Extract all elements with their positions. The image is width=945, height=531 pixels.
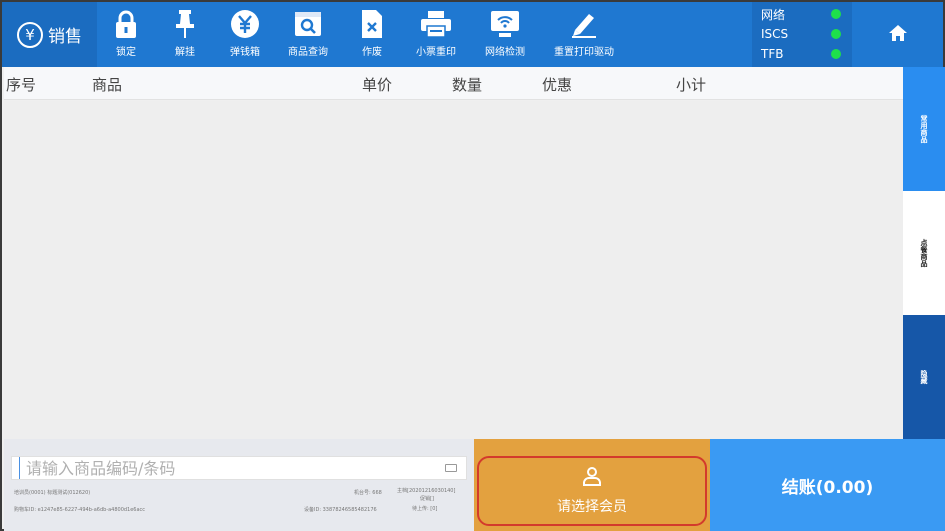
home-button[interactable]	[852, 2, 943, 67]
input-panel: 培训员(0001) 标题测试(012620) 机台号: 668 主档[20201…	[4, 439, 474, 531]
machine-info: 机台号: 668	[354, 490, 382, 496]
user-icon	[582, 466, 602, 490]
network-check-button[interactable]: 网络检测	[483, 8, 527, 62]
reprint-button[interactable]: 小票重印	[415, 8, 457, 62]
checkout-label: 结账(0.00)	[781, 477, 874, 498]
status-iscs: ISCS	[761, 24, 841, 44]
col-index: 序号	[6, 76, 37, 94]
pending-info: 待上传: [0]	[412, 506, 438, 512]
cart-info: 购物车ID: e1247e85-6227-494b-a6db-a4800d1e6…	[14, 507, 146, 513]
void-label: 作废	[362, 47, 382, 58]
col-unit-price: 单价	[362, 76, 393, 94]
reset-printer-button[interactable]: 重置打印驱动	[552, 8, 616, 62]
tab-hide[interactable]: 隐藏	[903, 315, 945, 439]
app-title: 销售	[48, 27, 82, 47]
status-tfb-label: TFB	[761, 47, 784, 61]
col-discount: 优惠	[542, 76, 573, 94]
home-icon	[888, 24, 908, 46]
unhold-label: 解挂	[175, 47, 195, 58]
pencil-icon	[569, 8, 599, 40]
cashbox-button[interactable]: 弹钱箱	[226, 8, 264, 62]
yen-icon: ¥	[17, 21, 43, 48]
status-iscs-label: ISCS	[761, 27, 789, 41]
cashbox-label: 弹钱箱	[230, 47, 260, 58]
lock-label: 锁定	[116, 47, 136, 58]
status-tfb-dot	[831, 49, 841, 59]
col-product: 商品	[92, 76, 123, 94]
barcode-input[interactable]	[19, 457, 439, 479]
status-network-dot	[831, 9, 841, 19]
void-button[interactable]: 作废	[357, 8, 387, 62]
side-tabs: 常用商品 点餐商品 隐藏	[903, 67, 945, 439]
network-check-label: 网络检测	[485, 47, 525, 58]
status-network: 网络	[761, 4, 841, 24]
wifi-monitor-icon	[489, 8, 521, 40]
checkout-button[interactable]: 结账(0.00)	[710, 439, 945, 531]
tab-order-products[interactable]: 点餐商品	[903, 191, 945, 315]
reset-printer-label: 重置打印驱动	[554, 47, 614, 58]
select-member-button[interactable]: 请选择会员	[477, 456, 707, 526]
cashier-info: 培训员(0001) 标题测试(012620)	[14, 490, 91, 496]
col-subtotal: 小计	[676, 76, 707, 94]
pos-window: ¥ 销售 锁定 解挂 弹钱箱 商品查询 作废 小票重印 网络检测 重置打印驱动 …	[0, 0, 945, 531]
barcode-search	[11, 456, 467, 480]
status-panel: 网络 ISCS TFB	[752, 2, 852, 67]
keyboard-icon[interactable]	[445, 464, 457, 472]
reprint-label: 小票重印	[416, 47, 456, 58]
top-toolbar: ¥ 销售 锁定 解挂 弹钱箱 商品查询 作废 小票重印 网络检测 重置打印驱动 …	[2, 2, 943, 67]
pin-icon	[174, 8, 196, 40]
promo-info: 促销[]	[420, 496, 434, 502]
unhold-button[interactable]: 解挂	[170, 8, 200, 62]
status-iscs-dot	[831, 29, 841, 39]
lock-button[interactable]: 锁定	[110, 8, 142, 62]
order-table-body[interactable]	[4, 101, 903, 439]
printer-icon	[420, 8, 452, 40]
app-brand: ¥ 销售	[2, 2, 97, 67]
version-info: 主档[20201216030140]	[397, 488, 456, 494]
void-document-icon	[360, 8, 384, 40]
product-query-label: 商品查询	[288, 47, 328, 58]
yen-circle-icon	[230, 8, 260, 40]
device-info: 设备ID: 33878246585482176	[304, 507, 377, 513]
tab-common-products[interactable]: 常用商品	[903, 67, 945, 191]
order-table-header: 序号 商品 单价 数量 优惠 小计	[4, 67, 903, 100]
search-box-icon	[293, 8, 323, 40]
select-member-label: 请选择会员	[557, 499, 627, 515]
member-panel: 请选择会员	[474, 439, 710, 531]
status-network-label: 网络	[761, 7, 786, 22]
col-quantity: 数量	[452, 76, 483, 94]
product-query-button[interactable]: 商品查询	[285, 8, 331, 62]
lock-icon	[114, 8, 138, 40]
status-tfb: TFB	[761, 44, 841, 64]
